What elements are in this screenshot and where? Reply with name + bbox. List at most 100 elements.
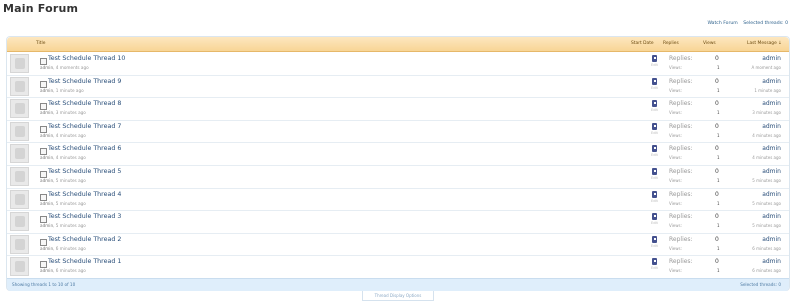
- table-row[interactable]: Test Schedule Thread 2 admin, 6 minutes a…: [7, 233, 789, 257]
- thread-select-checkbox[interactable]: [40, 216, 47, 224]
- avatar[interactable]: [10, 121, 29, 141]
- thread-title-link[interactable]: Test Schedule Thread 5: [48, 168, 121, 175]
- thread-info-icon[interactable]: [652, 258, 657, 266]
- column-views[interactable]: Views: [703, 41, 716, 46]
- table-row[interactable]: Test Schedule Thread 6 admin, 4 minutes a…: [7, 142, 789, 166]
- thread-info-icon[interactable]: [652, 145, 657, 153]
- thread-title-link[interactable]: Test Schedule Thread 3: [48, 213, 121, 220]
- last-message-time[interactable]: 6 minutes ago: [752, 246, 781, 251]
- thread-select-checkbox[interactable]: [40, 80, 47, 88]
- thread-author-link[interactable]: admin: [40, 88, 53, 93]
- column-replies[interactable]: Replies: [663, 41, 679, 46]
- table-row[interactable]: Test Schedule Thread 10 admin, 4 moments …: [7, 52, 789, 76]
- thread-age: 6 minutes ago: [55, 245, 86, 251]
- thread-info-icon[interactable]: [652, 122, 657, 130]
- thread-title-link[interactable]: Test Schedule Thread 1: [48, 258, 121, 265]
- thread-select-checkbox[interactable]: [40, 261, 47, 269]
- thread-title-link[interactable]: Test Schedule Thread 8: [48, 100, 121, 107]
- table-row[interactable]: Test Schedule Thread 9 admin, 1 minute ag…: [7, 75, 789, 99]
- thread-author-link[interactable]: admin: [40, 110, 53, 115]
- table-row[interactable]: Test Schedule Thread 4 admin, 5 minutes a…: [7, 188, 789, 212]
- thread-author-link[interactable]: admin: [40, 155, 53, 160]
- thread-title-link[interactable]: Test Schedule Thread 6: [48, 145, 121, 152]
- table-row[interactable]: Test Schedule Thread 8 admin, 3 minutes a…: [7, 97, 789, 121]
- watch-forum-link[interactable]: Watch Forum: [707, 21, 737, 26]
- last-message-user[interactable]: admin: [762, 78, 781, 85]
- views-label: Views:: [669, 200, 682, 206]
- last-message-user[interactable]: admin: [762, 145, 781, 152]
- thread-select-checkbox[interactable]: [40, 148, 47, 156]
- table-row[interactable]: Test Schedule Thread 1 admin, 6 minutes a…: [7, 255, 789, 279]
- thread-title-link[interactable]: Test Schedule Thread 2: [48, 236, 121, 243]
- avatar[interactable]: [10, 167, 29, 186]
- thread-title-link[interactable]: Test Schedule Thread 9: [48, 78, 121, 85]
- replies-count: 0: [715, 100, 719, 108]
- last-message-user[interactable]: admin: [762, 258, 781, 265]
- table-row[interactable]: Test Schedule Thread 3 admin, 5 minutes a…: [7, 210, 789, 234]
- thread-author-link[interactable]: admin: [40, 246, 53, 251]
- thread-author-link[interactable]: admin: [40, 133, 53, 138]
- thread-author-link[interactable]: admin: [40, 223, 53, 228]
- table-row[interactable]: Test Schedule Thread 5 admin, 5 minutes a…: [7, 165, 789, 189]
- thread-info-icon[interactable]: [652, 190, 657, 198]
- thread-info-icon[interactable]: [652, 168, 657, 175]
- views-label: Views:: [669, 245, 682, 251]
- last-message-user[interactable]: admin: [762, 100, 781, 107]
- last-message-time[interactable]: 4 minutes ago: [752, 133, 781, 138]
- last-message-time[interactable]: 5 minutes ago: [752, 223, 781, 228]
- thread-author-link[interactable]: admin: [40, 268, 53, 273]
- avatar[interactable]: [10, 234, 29, 254]
- thread-title-link[interactable]: Test Schedule Thread 4: [48, 191, 121, 198]
- replies-label: Replies:: [669, 122, 693, 130]
- avatar[interactable]: [10, 99, 29, 119]
- thread-info-icon[interactable]: [652, 100, 657, 108]
- views-count: 1: [717, 200, 720, 206]
- last-message-user[interactable]: admin: [762, 191, 781, 198]
- thread-start-date: Edit: [651, 198, 658, 203]
- avatar[interactable]: [10, 144, 29, 164]
- avatar[interactable]: [10, 212, 29, 232]
- thread-list-footer: Showing threads 1 to 10 of 10 Selected t…: [7, 278, 789, 291]
- last-message-time[interactable]: 5 minutes ago: [752, 178, 781, 183]
- thread-title-link[interactable]: Test Schedule Thread 10: [48, 55, 125, 62]
- thread-author-link[interactable]: admin: [40, 201, 53, 206]
- footer-selected-threads[interactable]: Selected threads: 0: [740, 282, 781, 287]
- thread-select-checkbox[interactable]: [40, 193, 47, 201]
- last-message-user[interactable]: admin: [762, 55, 781, 62]
- last-message-time[interactable]: 4 minutes ago: [752, 155, 781, 160]
- thread-select-checkbox[interactable]: [40, 58, 47, 65]
- last-message-time[interactable]: 6 minutes ago: [752, 268, 781, 273]
- last-message-time[interactable]: 1 minute ago: [754, 88, 781, 93]
- thread-info-icon[interactable]: [652, 235, 657, 243]
- thread-meta: admin, 6 minutes ago: [40, 245, 86, 251]
- thread-info-icon[interactable]: [652, 213, 657, 221]
- avatar[interactable]: [10, 189, 29, 209]
- last-message-user[interactable]: admin: [762, 213, 781, 220]
- avatar[interactable]: [10, 54, 29, 73]
- column-last-message[interactable]: Last Message ↓: [747, 41, 782, 46]
- last-message-user[interactable]: admin: [762, 236, 781, 243]
- thread-select-checkbox[interactable]: [40, 171, 47, 178]
- thread-info-icon[interactable]: [652, 55, 657, 62]
- selected-threads-link[interactable]: Selected threads: 0: [743, 21, 788, 26]
- thread-title-link[interactable]: Test Schedule Thread 7: [48, 123, 121, 130]
- last-message-time[interactable]: 5 minutes ago: [752, 201, 781, 206]
- thread-select-checkbox[interactable]: [40, 103, 47, 111]
- avatar[interactable]: [10, 257, 29, 277]
- table-row[interactable]: Test Schedule Thread 7 admin, 4 minutes a…: [7, 120, 789, 144]
- last-message-time[interactable]: 3 minutes ago: [752, 110, 781, 115]
- thread-author-link[interactable]: admin: [40, 65, 53, 70]
- last-message-user[interactable]: admin: [762, 168, 781, 175]
- column-start-date[interactable]: Start Date: [631, 41, 654, 46]
- replies-count: 0: [715, 77, 719, 85]
- thread-author-link[interactable]: admin: [40, 178, 53, 183]
- last-message-time[interactable]: A moment ago: [751, 65, 781, 70]
- avatar[interactable]: [10, 76, 29, 96]
- thread-select-checkbox[interactable]: [40, 125, 47, 133]
- views-count: 1: [717, 132, 720, 138]
- column-title[interactable]: Title: [36, 41, 45, 46]
- thread-meta: admin, 4 moments ago: [40, 65, 89, 70]
- thread-select-checkbox[interactable]: [40, 238, 47, 246]
- last-message-user[interactable]: admin: [762, 123, 781, 130]
- thread-info-icon[interactable]: [652, 77, 657, 85]
